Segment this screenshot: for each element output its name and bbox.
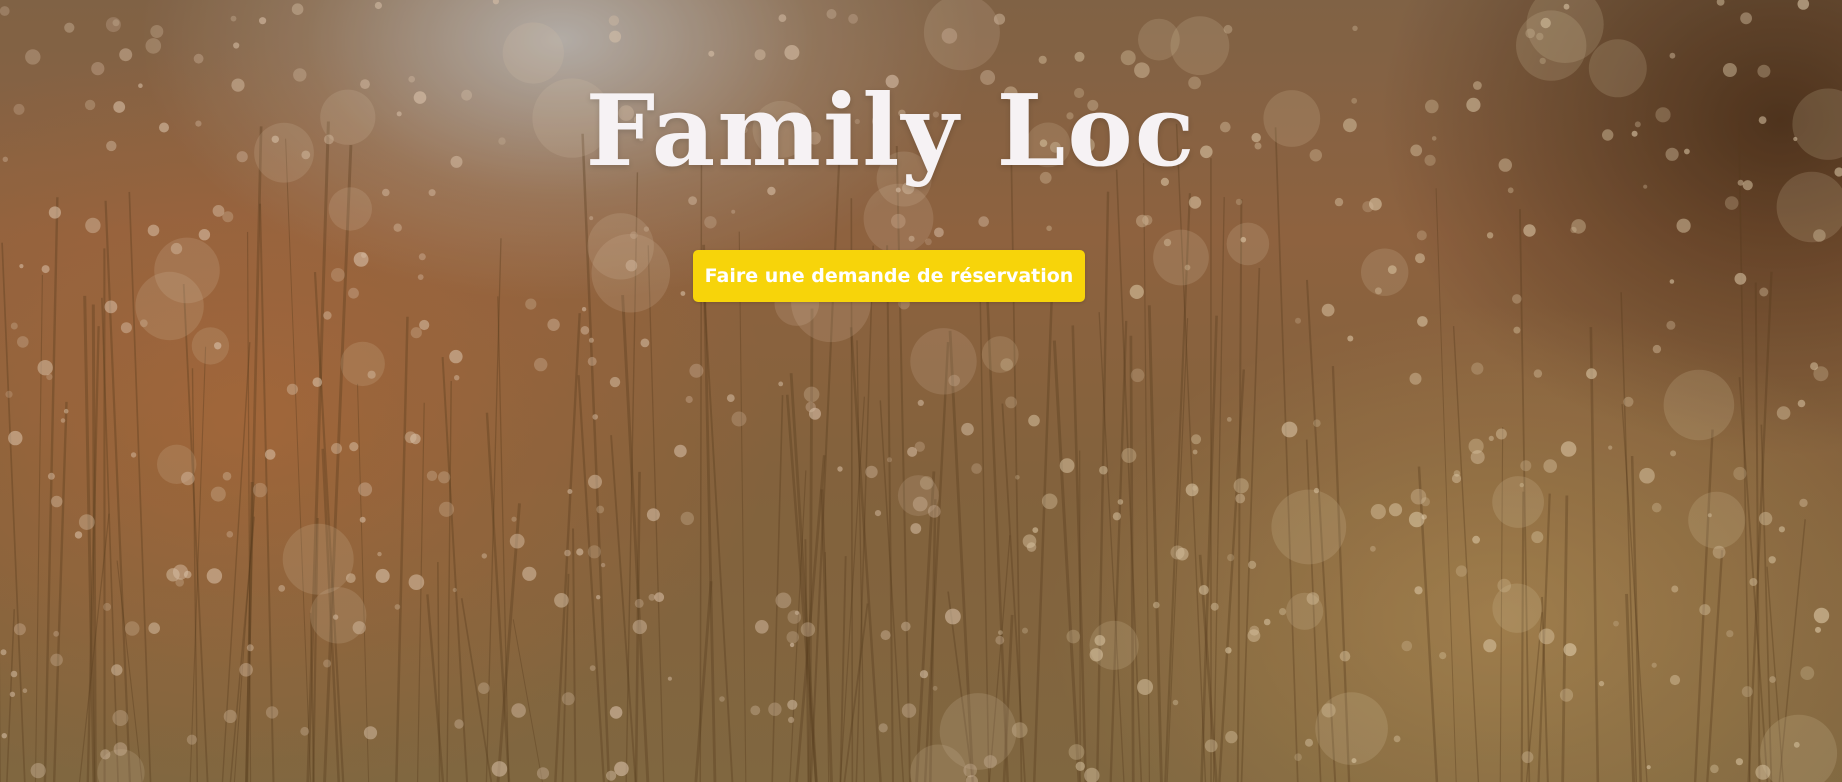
hero-section: Family Loc Faire une demande de réservat… (0, 0, 1842, 782)
reservation-request-button[interactable]: Faire une demande de réservation (693, 250, 1085, 302)
site-title: Family Loc (585, 74, 1197, 189)
